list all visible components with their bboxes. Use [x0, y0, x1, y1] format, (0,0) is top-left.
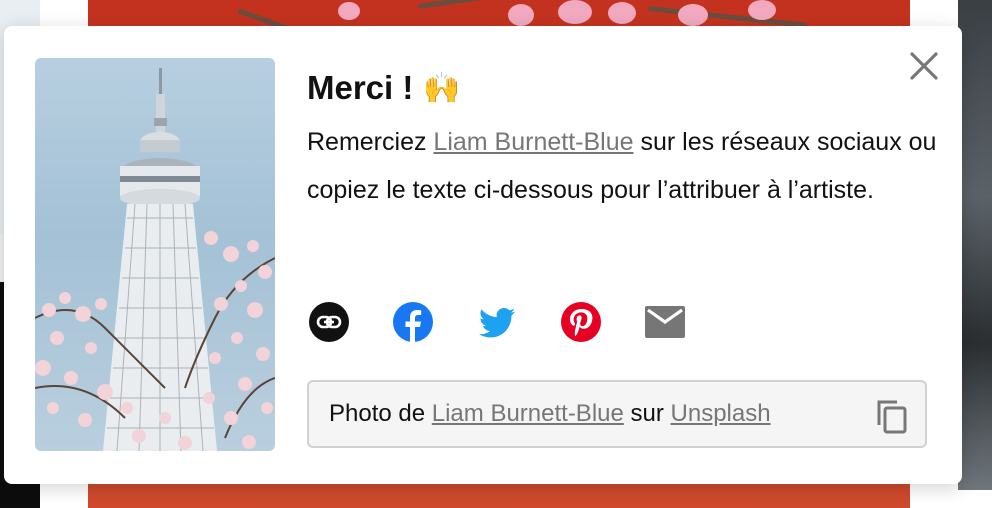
copy-button[interactable] [875, 398, 909, 434]
mail-icon[interactable] [644, 305, 686, 339]
title-text: Merci ! [307, 69, 414, 106]
twitter-icon[interactable] [477, 302, 517, 342]
copy-icon[interactable] [875, 398, 909, 434]
description-before: Remerciez [307, 128, 434, 156]
copy-link-button[interactable] [307, 300, 351, 344]
twitter-share-button[interactable] [475, 300, 519, 344]
author-link[interactable]: Liam Burnett-Blue [433, 128, 633, 156]
credit-middle: sur [623, 400, 671, 427]
modal-content: Merci ! 🙌 Remerciez Liam Burnett-Blue su… [307, 66, 937, 214]
pinterest-icon[interactable] [561, 302, 601, 342]
link-icon[interactable] [309, 302, 349, 342]
facebook-icon[interactable] [393, 302, 433, 342]
credit-unsplash-link[interactable]: Unsplash [671, 400, 771, 428]
photo-thumbnail [35, 58, 275, 451]
attribution-box[interactable]: Photo de Liam Burnett-Blue sur Unsplash [307, 380, 927, 448]
credit-prefix: Photo de [329, 400, 432, 427]
modal-title: Merci ! 🙌 [307, 66, 937, 110]
facebook-share-button[interactable] [391, 300, 435, 344]
pinterest-share-button[interactable] [559, 300, 603, 344]
raising-hands-emoji: 🙌 [423, 71, 461, 105]
share-buttons [307, 300, 727, 344]
background-right-image [958, 0, 992, 490]
thank-you-description: Remerciez Liam Burnett-Blue sur les rése… [307, 118, 937, 214]
email-share-button[interactable] [643, 300, 687, 344]
credit-author-link[interactable]: Liam Burnett-Blue [432, 400, 624, 428]
thank-you-modal: Merci ! 🙌 Remerciez Liam Burnett-Blue su… [4, 26, 962, 484]
